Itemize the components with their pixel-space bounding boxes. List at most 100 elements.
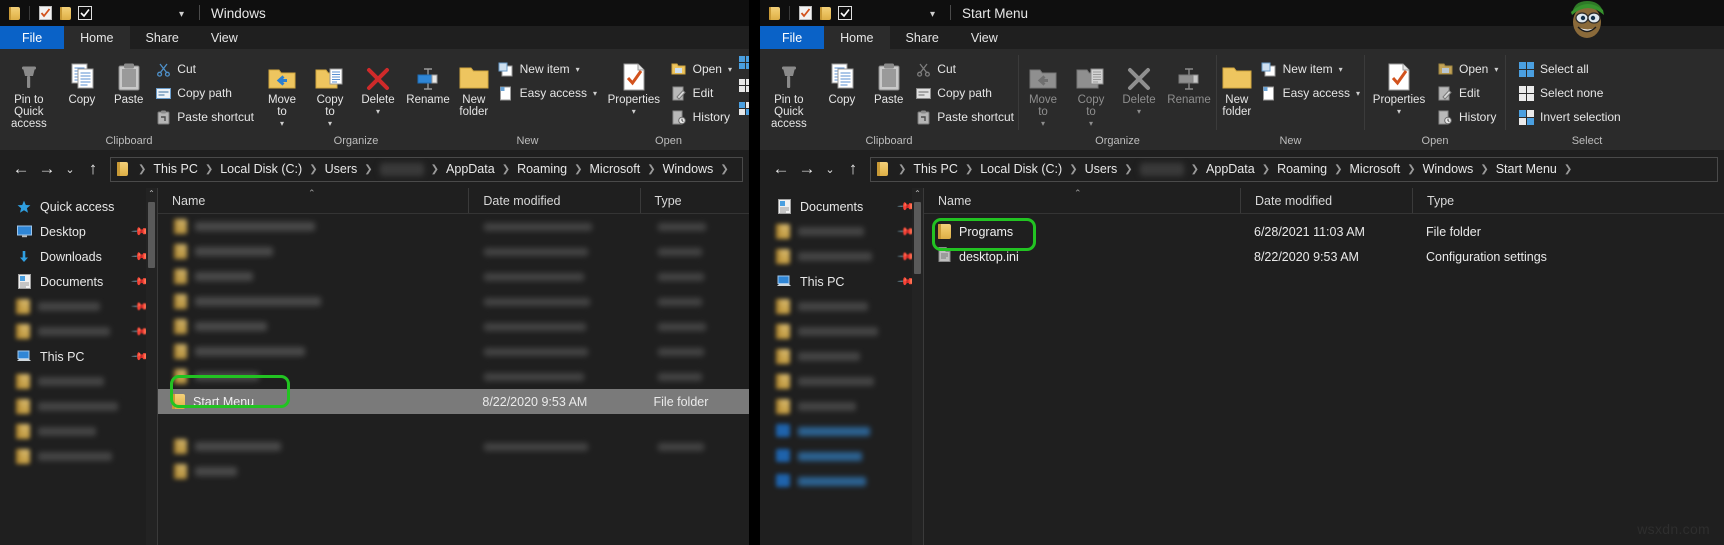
list-item[interactable]: [158, 434, 749, 459]
tab-home[interactable]: Home: [64, 26, 130, 49]
list-item[interactable]: [158, 214, 749, 239]
paste-shortcut-button[interactable]: Paste shortcut: [911, 107, 1018, 127]
chevron-down-icon[interactable]: ▾: [632, 108, 636, 116]
chevron-down-icon[interactable]: ▾: [930, 9, 935, 20]
up-arrow-icon[interactable]: ↑: [80, 156, 106, 182]
folder-icon[interactable]: [766, 5, 782, 21]
table-row-programs[interactable]: Programs 6/28/2021 11:03 AM File folder: [924, 219, 1724, 244]
invert-selection-icon[interactable]: [739, 102, 749, 120]
chevron-down-icon[interactable]: ▾: [1137, 108, 1141, 116]
chevron-down-icon[interactable]: ▾: [1494, 65, 1498, 74]
scroll-up-arrow-icon[interactable]: ⌃: [146, 188, 157, 200]
back-arrow-icon[interactable]: ←: [768, 156, 794, 182]
folder-icon[interactable]: [6, 5, 22, 21]
edit-button[interactable]: Edit: [667, 83, 736, 103]
tab-home[interactable]: Home: [824, 26, 890, 49]
chevron-down-icon[interactable]: ▾: [1339, 65, 1343, 74]
sidebar-item-downloads[interactable]: Downloads 📌: [0, 244, 157, 269]
breadcrumb-this-pc[interactable]: This PC: [913, 162, 957, 176]
new-item-button[interactable]: New item ▾: [1257, 59, 1364, 79]
recent-locations-caret-icon[interactable]: ⌄: [820, 156, 840, 182]
chevron-down-icon[interactable]: ▾: [576, 65, 580, 74]
properties-icon[interactable]: [797, 5, 813, 21]
open-button[interactable]: Open ▾: [1433, 59, 1502, 79]
chevron-down-icon[interactable]: ▾: [179, 9, 184, 20]
breadcrumb-microsoft[interactable]: Microsoft: [1350, 162, 1401, 176]
column-header-type[interactable]: Type: [639, 188, 749, 213]
tab-file[interactable]: File: [0, 26, 65, 49]
list-item[interactable]: [158, 239, 749, 264]
chevron-down-icon[interactable]: ▾: [1041, 120, 1045, 128]
breadcrumb-users[interactable]: Users: [1085, 162, 1118, 176]
column-header-date-modified[interactable]: Date modified: [1240, 188, 1412, 213]
table-row-desktop-ini[interactable]: desktop.ini 8/22/2020 9:53 AM Configurat…: [924, 244, 1724, 269]
column-header-name[interactable]: Name ⌃: [158, 188, 468, 213]
delete-button[interactable]: Delete ▾: [354, 56, 402, 116]
sidebar-item-blurred[interactable]: 📌: [760, 219, 923, 244]
paste-button[interactable]: Paste: [106, 56, 151, 106]
paste-button[interactable]: Paste: [866, 56, 911, 106]
select-none-icon[interactable]: [739, 79, 749, 97]
list-item[interactable]: [158, 459, 749, 484]
rename-button[interactable]: Rename: [1163, 56, 1215, 106]
list-item[interactable]: [158, 364, 749, 389]
sidebar-item-blurred[interactable]: [760, 369, 923, 394]
back-arrow-icon[interactable]: ←: [8, 156, 34, 182]
column-header-name[interactable]: Name ⌃: [924, 188, 1240, 213]
tab-share[interactable]: Share: [890, 26, 955, 49]
recent-locations-caret-icon[interactable]: ⌄: [60, 156, 80, 182]
sidebar-item-blurred[interactable]: [760, 294, 923, 319]
history-button[interactable]: History: [667, 107, 736, 127]
ribbon-tabs-left[interactable]: File Home Share View: [0, 26, 749, 49]
tab-share[interactable]: Share: [130, 26, 195, 49]
table-row-start-menu[interactable]: Start Menu 8/22/2020 9:53 AM File folder: [158, 389, 749, 414]
sidebar-item-blurred[interactable]: [760, 344, 923, 369]
breadcrumb-username-redacted[interactable]: [1139, 162, 1184, 176]
list-item[interactable]: [158, 314, 749, 339]
copy-to-button[interactable]: Copy to ▾: [306, 56, 354, 128]
chevron-down-icon[interactable]: ▾: [328, 120, 332, 128]
edit-button[interactable]: Edit: [1433, 83, 1502, 103]
sidebar-item-blurred[interactable]: [760, 444, 923, 469]
sidebar-item-blurred[interactable]: [0, 394, 157, 419]
breadcrumb-users[interactable]: Users: [325, 162, 358, 176]
move-to-button[interactable]: Move to ▾: [258, 56, 306, 128]
sidebar-item-documents[interactable]: Documents 📌: [760, 194, 923, 219]
sidebar-item-blurred[interactable]: [760, 419, 923, 444]
easy-access-button[interactable]: Easy access ▾: [1257, 83, 1364, 103]
sidebar-item-blurred[interactable]: [760, 319, 923, 344]
breadcrumb-windows[interactable]: Windows: [1423, 162, 1474, 176]
select-all-button[interactable]: Select all: [1514, 59, 1625, 79]
column-header-type[interactable]: Type: [1412, 188, 1592, 213]
breadcrumb-this-pc[interactable]: This PC: [153, 162, 197, 176]
quick-access-toolbar-right[interactable]: [760, 5, 853, 21]
checkbox-icon[interactable]: [77, 5, 93, 21]
tab-view[interactable]: View: [955, 26, 1014, 49]
select-none-button[interactable]: Select none: [1514, 83, 1625, 103]
navigation-pane-scrollbar-left[interactable]: ⌃: [146, 188, 157, 545]
delete-button[interactable]: Delete ▾: [1115, 56, 1163, 116]
address-bar-right[interactable]: ❯ This PC ❯ Local Disk (C:) ❯ Users ❯ ❯ …: [870, 156, 1718, 182]
cut-button[interactable]: Cut: [911, 59, 1018, 79]
sidebar-item-blurred[interactable]: 📌: [760, 244, 923, 269]
forward-arrow-icon[interactable]: →: [34, 156, 60, 182]
list-item[interactable]: [158, 339, 749, 364]
tab-file[interactable]: File: [760, 26, 825, 49]
new-folder-button[interactable]: New folder: [1217, 56, 1257, 118]
scrollbar-thumb[interactable]: [914, 202, 921, 274]
list-item[interactable]: [158, 264, 749, 289]
tab-view[interactable]: View: [195, 26, 254, 49]
pin-to-quick-access-button[interactable]: Pin to Quick access: [0, 56, 58, 130]
breadcrumb-appdata[interactable]: AppData: [446, 162, 495, 176]
sidebar-item-documents[interactable]: Documents 📌: [0, 269, 157, 294]
move-to-button[interactable]: Move to ▾: [1019, 56, 1067, 128]
forward-arrow-icon[interactable]: →: [794, 156, 820, 182]
breadcrumb-username-redacted[interactable]: [379, 162, 424, 176]
list-item[interactable]: [158, 289, 749, 314]
breadcrumb-appdata[interactable]: AppData: [1206, 162, 1255, 176]
breadcrumb-local-disk[interactable]: Local Disk (C:): [980, 162, 1062, 176]
copy-path-button[interactable]: Copy path: [911, 83, 1018, 103]
sidebar-item-blurred[interactable]: 📌: [0, 294, 157, 319]
sidebar-item-blurred[interactable]: [0, 419, 157, 444]
history-button[interactable]: History: [1433, 107, 1502, 127]
